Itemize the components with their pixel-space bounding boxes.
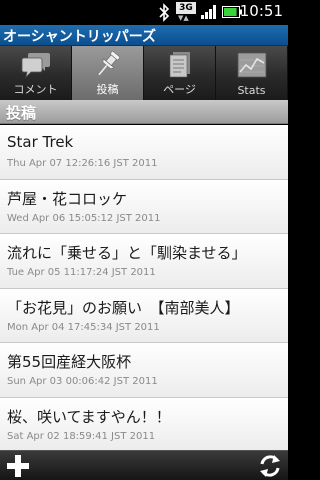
post-title: 芦屋・花コロッケ [7, 189, 128, 208]
tab-pages-label: ページ [163, 83, 196, 96]
list-item[interactable]: Star Trek Thu Apr 07 12:26:16 JST 2011 [0, 125, 288, 180]
bottom-toolbar [0, 450, 288, 480]
add-icon[interactable] [5, 454, 31, 478]
refresh-icon[interactable] [257, 453, 283, 479]
tab-bar: コメント 投稿 ページ Stats [0, 46, 288, 100]
title-bar: オーシャントリッパーズ [0, 25, 288, 46]
app-title: オーシャントリッパーズ [3, 29, 157, 45]
pushpin-icon [98, 50, 121, 76]
signal-icon [201, 5, 216, 19]
list-item[interactable]: 「お花見」のお願い 【南部美人】 Mon Apr 04 17:45:34 JST… [0, 288, 288, 343]
tab-stats[interactable]: Stats [216, 46, 288, 100]
post-title: 第55回産経大阪杯 [7, 353, 132, 371]
post-date: Sun Apr 03 00:06:42 JST 2011 [7, 376, 158, 387]
post-list[interactable]: Star Trek Thu Apr 07 12:26:16 JST 2011 芦… [0, 125, 288, 450]
network-3g-icon: 3G ▼▲ [176, 2, 196, 24]
list-item[interactable]: 桜、咲いてますやん！！ Sat Apr 02 18:59:41 JST 2011 [0, 397, 288, 450]
list-item[interactable]: 第55回産経大阪杯 Sun Apr 03 00:06:42 JST 2011 [0, 343, 288, 398]
tab-comments[interactable]: コメント [0, 46, 72, 100]
post-date: Sat Apr 02 18:59:41 JST 2011 [7, 430, 156, 442]
stats-icon [237, 52, 267, 78]
tab-posts[interactable]: 投稿 [72, 46, 144, 100]
status-bar: 3G ▼▲ 10:51 [0, 0, 288, 25]
section-header-title: 投稿 [6, 104, 37, 122]
post-date: Thu Apr 07 12:26:16 JST 2011 [7, 158, 158, 169]
tab-pages[interactable]: ページ [144, 46, 216, 100]
post-title: 流れに「乗せる」と「馴染ませる」 [7, 244, 247, 262]
list-item[interactable]: 流れに「乗せる」と「馴染ませる」 Tue Apr 05 11:17:24 JST… [0, 234, 288, 289]
post-date: Wed Apr 06 15:05:12 JST 2011 [7, 212, 161, 224]
list-item[interactable]: 芦屋・花コロッケ Wed Apr 06 15:05:12 JST 2011 [0, 179, 288, 234]
comment-icon [21, 53, 50, 79]
tab-comments-label: コメント [13, 83, 58, 96]
status-time: 10:51 [239, 2, 283, 20]
pages-icon [169, 52, 190, 78]
post-title: Star Trek [7, 133, 74, 151]
post-date: Tue Apr 05 11:17:24 JST 2011 [7, 267, 156, 278]
post-title: 「お花見」のお願い 【南部美人】 [7, 298, 240, 317]
network-label: 3G [176, 2, 196, 14]
tab-posts-label: 投稿 [96, 83, 119, 96]
post-title: 桜、咲いてますやん！！ [7, 407, 171, 426]
post-date: Mon Apr 04 17:45:34 JST 2011 [7, 321, 160, 333]
bluetooth-icon [159, 3, 170, 22]
section-header: 投稿 [0, 100, 288, 124]
tab-stats-label: Stats [237, 84, 266, 97]
